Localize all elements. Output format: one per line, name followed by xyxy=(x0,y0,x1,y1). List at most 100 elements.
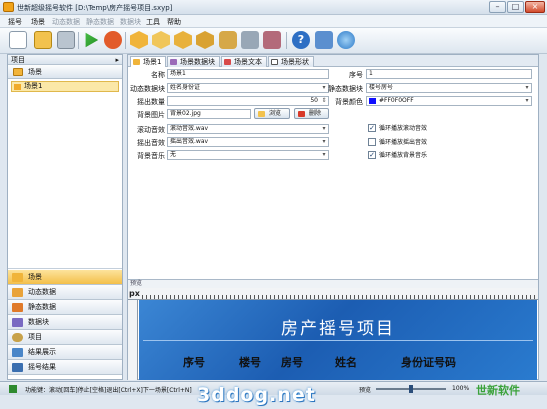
menu-tools[interactable]: 工具 xyxy=(146,17,160,27)
seq-label: 序号 xyxy=(349,71,363,79)
status-icon xyxy=(9,385,17,393)
close-button[interactable]: × xyxy=(525,1,545,13)
scroll-sound-select[interactable]: 滚动音效.wav ▾ xyxy=(167,124,329,134)
data-block-icon[interactable] xyxy=(196,31,214,49)
loop-scroll-sound-checkbox[interactable]: ✓ 循环播放滚动音效 xyxy=(368,124,427,133)
seq-value: 1 xyxy=(369,70,373,77)
dynamic-data-icon[interactable] xyxy=(152,31,170,49)
menu-dynamic-data[interactable]: 动态数据 xyxy=(52,17,80,27)
tree-item-scene1[interactable]: 场景1 xyxy=(11,81,119,92)
scene-group-header[interactable]: 场景 xyxy=(8,65,122,79)
nav-label: 项目 xyxy=(28,333,42,341)
spin-icon[interactable]: ⇕ xyxy=(320,97,328,105)
col-id-number: 身份证号码 xyxy=(401,356,456,369)
tab-label: 场景文本 xyxy=(234,58,262,66)
scroll-sound-label: 滚动音效 xyxy=(137,126,165,134)
tab-scene-text[interactable]: 场景文本 xyxy=(221,56,267,67)
draw-result-nav-icon xyxy=(12,363,23,372)
horizontal-ruler: px xyxy=(128,288,538,300)
bgcolor-value: #FF0F0OFF xyxy=(379,97,414,104)
bgm-value: 无 xyxy=(170,151,177,158)
bgimg-field[interactable]: 背景02.jpg xyxy=(167,109,251,119)
chevron-down-icon: ▾ xyxy=(525,84,529,91)
maximize-button[interactable]: □ xyxy=(507,1,524,13)
col-building: 楼号 xyxy=(239,356,261,369)
nav-label: 结果展示 xyxy=(28,348,56,356)
count-stepper[interactable]: 50 ⇕ xyxy=(167,96,329,106)
menu-data-block[interactable]: 数据块 xyxy=(120,17,141,27)
name-field[interactable]: 场景1 xyxy=(167,69,329,79)
tools-2-icon[interactable] xyxy=(263,31,281,49)
menu-static-data[interactable]: 静态数据 xyxy=(86,17,114,27)
scene-tree: 场景1 xyxy=(8,79,122,269)
watermark: 3ddog.net xyxy=(197,384,316,406)
project-nav-icon xyxy=(12,333,23,342)
menu-help[interactable]: 帮助 xyxy=(167,17,181,27)
folder-icon xyxy=(258,111,265,117)
nav-label: 动态数据 xyxy=(28,288,56,296)
settings-icon[interactable] xyxy=(219,31,237,49)
scene-canvas[interactable]: 房产摇号项目 序号 楼号 房号 姓名 身份证号码 xyxy=(139,300,537,380)
toolbar: ? xyxy=(0,28,547,54)
bgm-label: 背景音乐 xyxy=(137,152,165,160)
tools-icon[interactable] xyxy=(241,31,259,49)
cart-icon[interactable] xyxy=(315,31,333,49)
toolbar-separator xyxy=(286,32,287,49)
web-icon[interactable] xyxy=(337,31,355,49)
toolbar-separator xyxy=(78,32,79,49)
project-pane-title: 项目 xyxy=(11,56,25,64)
nav-result-display[interactable]: 结果展示 xyxy=(8,345,122,360)
zoom-slider[interactable] xyxy=(376,385,446,393)
delete-button[interactable]: 删除 xyxy=(294,108,329,119)
tab-scene-data-block[interactable]: 场景数据块 xyxy=(167,56,220,67)
nav-label: 数据块 xyxy=(28,318,49,326)
scene-group-icon xyxy=(13,68,23,76)
zoom-slider-knob[interactable] xyxy=(409,385,413,393)
bgm-select[interactable]: 无 ▾ xyxy=(167,150,329,160)
staticblock-value: 楼号房号 xyxy=(369,84,394,91)
loop-out-sound-checkbox[interactable]: 循环播放摇出音效 xyxy=(368,138,427,147)
name-label: 名称 xyxy=(151,71,165,79)
shape-tab-icon xyxy=(271,59,278,65)
app-window: 世新超级摇号软件 [D:\Temp\房产摇号项目.sxyp] – □ × 摇号 … xyxy=(0,0,547,409)
loop-bgm-checkbox[interactable]: ✓ 循环播放背景音乐 xyxy=(368,151,427,160)
save-icon[interactable] xyxy=(57,31,75,49)
pin-icon[interactable]: ▸ xyxy=(115,55,119,65)
browse-button[interactable]: 浏览 xyxy=(254,108,290,119)
nav-scene[interactable]: 场景 xyxy=(8,270,122,285)
scene-group-label: 场景 xyxy=(28,68,42,76)
tab-label: 场景形状 xyxy=(281,58,309,66)
tab-scene-shape[interactable]: 场景形状 xyxy=(268,56,314,67)
out-sound-select[interactable]: 摇出音效.wav ▾ xyxy=(167,137,329,147)
text-tab-icon xyxy=(224,59,231,65)
nav-draw-result[interactable]: 摇号结果 xyxy=(8,360,122,375)
open-icon[interactable] xyxy=(34,31,52,49)
scene-tab-icon xyxy=(133,59,140,65)
staticblock-select[interactable]: 楼号房号 ▾ xyxy=(366,83,532,93)
tab-label: 场景数据块 xyxy=(180,58,215,66)
nav-static-data[interactable]: 静态数据 xyxy=(8,300,122,315)
menu-draw[interactable]: 摇号 xyxy=(8,17,22,27)
data-block-nav-icon xyxy=(12,318,23,327)
play-icon[interactable] xyxy=(85,32,99,48)
nav-data-block[interactable]: 数据块 xyxy=(8,315,122,330)
nav-dynamic-data[interactable]: 动态数据 xyxy=(8,285,122,300)
chevron-down-icon: ▾ xyxy=(322,84,326,91)
stop-icon[interactable] xyxy=(104,31,122,49)
nav-project[interactable]: 项目 xyxy=(8,330,122,345)
scene-icon[interactable] xyxy=(130,31,148,49)
app-logo-icon xyxy=(3,2,14,12)
project-pane: 项目 ▸ 场景 场景1 场景 动态数据 静态数据 数据块 项目 结果展示 摇号结… xyxy=(7,54,123,380)
bgcolor-select[interactable]: #FF0F0OFF ▾ xyxy=(366,96,532,106)
minimize-button[interactable]: – xyxy=(489,1,506,13)
chevron-down-icon: ▾ xyxy=(322,138,326,145)
menu-scene[interactable]: 场景 xyxy=(31,17,45,27)
help-icon[interactable]: ? xyxy=(292,31,310,49)
static-data-icon[interactable] xyxy=(174,31,192,49)
dynblock-select[interactable]: 姓名身份证 ▾ xyxy=(167,83,329,93)
seq-field[interactable]: 1 xyxy=(366,69,532,79)
scene-nav-icon xyxy=(12,273,23,282)
nav-label: 静态数据 xyxy=(28,303,56,311)
tree-item-label: 场景1 xyxy=(24,82,43,90)
new-icon[interactable] xyxy=(9,31,27,49)
